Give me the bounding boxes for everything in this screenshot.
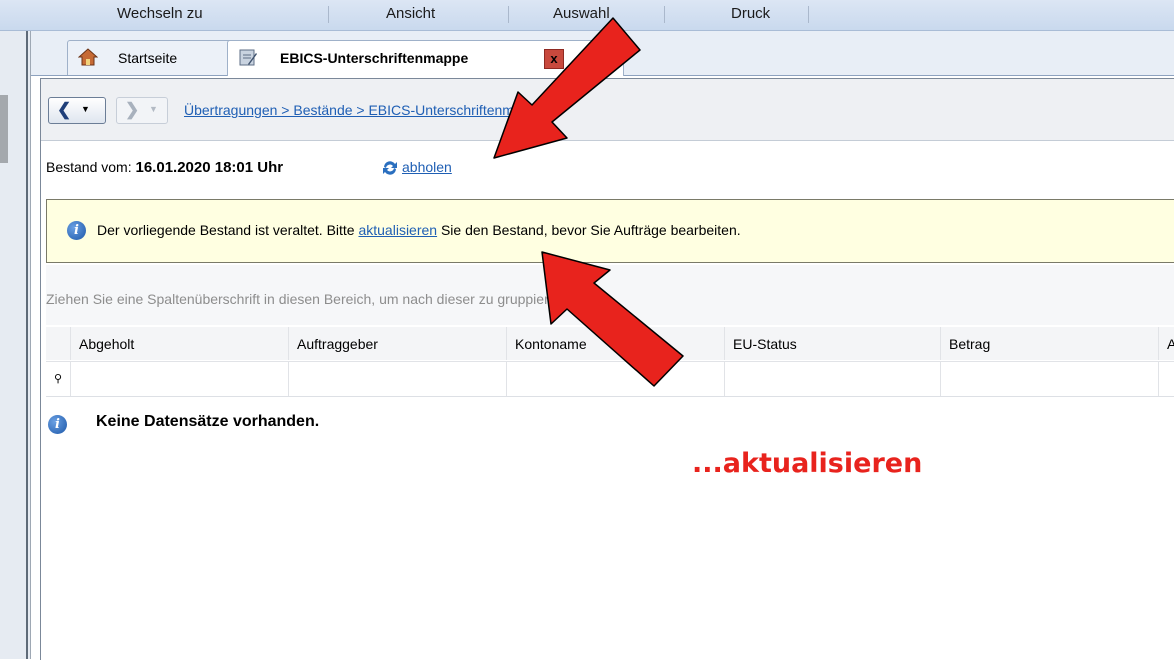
filter-cell-auftraggeber[interactable] [288, 362, 507, 396]
annotation-arrow-icon [541, 251, 684, 387]
annotation-arrow-icon [493, 17, 641, 159]
bestand-status: Bestand vom: 16.01.2020 18:01 Uhr [46, 159, 283, 176]
menu-ansicht[interactable]: Ansicht [386, 5, 435, 22]
menu-wechseln-zu[interactable]: Wechseln zu [117, 5, 203, 22]
group-hint: Ziehen Sie eine Spaltenüberschrift in di… [46, 291, 565, 307]
left-sidebar-strip [0, 31, 31, 659]
abholen-link[interactable]: abholen [402, 159, 452, 175]
forward-arrow-icon: ❯ [125, 100, 140, 119]
tab-label: Startseite [118, 50, 178, 66]
divider [30, 31, 31, 659]
forward-button[interactable]: ❯ ▼ [116, 97, 168, 124]
row-indicator-header [46, 327, 70, 360]
column-header-betrag[interactable]: Betrag [940, 327, 1159, 360]
filter-cell-abgeholt[interactable] [70, 362, 289, 396]
bestand-datetime: 16.01.2020 18:01 Uhr [135, 159, 284, 176]
filter-pin-icon: ⚲ [54, 373, 63, 385]
warning-text: Der vorliegende Bestand ist veraltet. Bi… [97, 222, 741, 238]
filter-cell-betrag[interactable] [940, 362, 1159, 396]
dropdown-arrow-icon[interactable]: ▼ [81, 104, 90, 114]
column-header-a[interactable]: A [1158, 327, 1174, 360]
back-arrow-icon: ❮ [57, 100, 72, 119]
dropdown-arrow-icon[interactable]: ▼ [149, 104, 158, 114]
column-header-eu-status[interactable]: EU-Status [724, 327, 941, 360]
column-header-auftraggeber[interactable]: Auftraggeber [288, 327, 507, 360]
back-button[interactable]: ❮ ▼ [48, 97, 106, 124]
home-icon [78, 48, 98, 66]
tab-label: EBICS-Unterschriftenmappe [280, 50, 469, 66]
menu-druck[interactable]: Druck [731, 5, 770, 22]
column-header-abgeholt[interactable]: Abgeholt [70, 327, 289, 360]
menu-separator [328, 6, 329, 23]
annotation-text: ...aktualisieren [692, 448, 923, 479]
info-icon: i [48, 415, 67, 434]
aktualisieren-link[interactable]: aktualisieren [358, 222, 437, 238]
refresh-icon[interactable] [381, 159, 399, 177]
bestand-label: Bestand vom: [46, 159, 132, 175]
filter-cell-eu-status[interactable] [724, 362, 941, 396]
info-icon: i [67, 221, 86, 240]
menu-separator [808, 6, 809, 23]
signature-folder-icon [239, 49, 257, 66]
tab-startseite[interactable]: Startseite [67, 40, 239, 75]
empty-grid-message: Keine Datensätze vorhanden. [96, 413, 320, 430]
sidebar-collapsed-block[interactable] [0, 95, 8, 163]
divider [26, 31, 28, 659]
filter-cell-a[interactable] [1158, 362, 1174, 396]
